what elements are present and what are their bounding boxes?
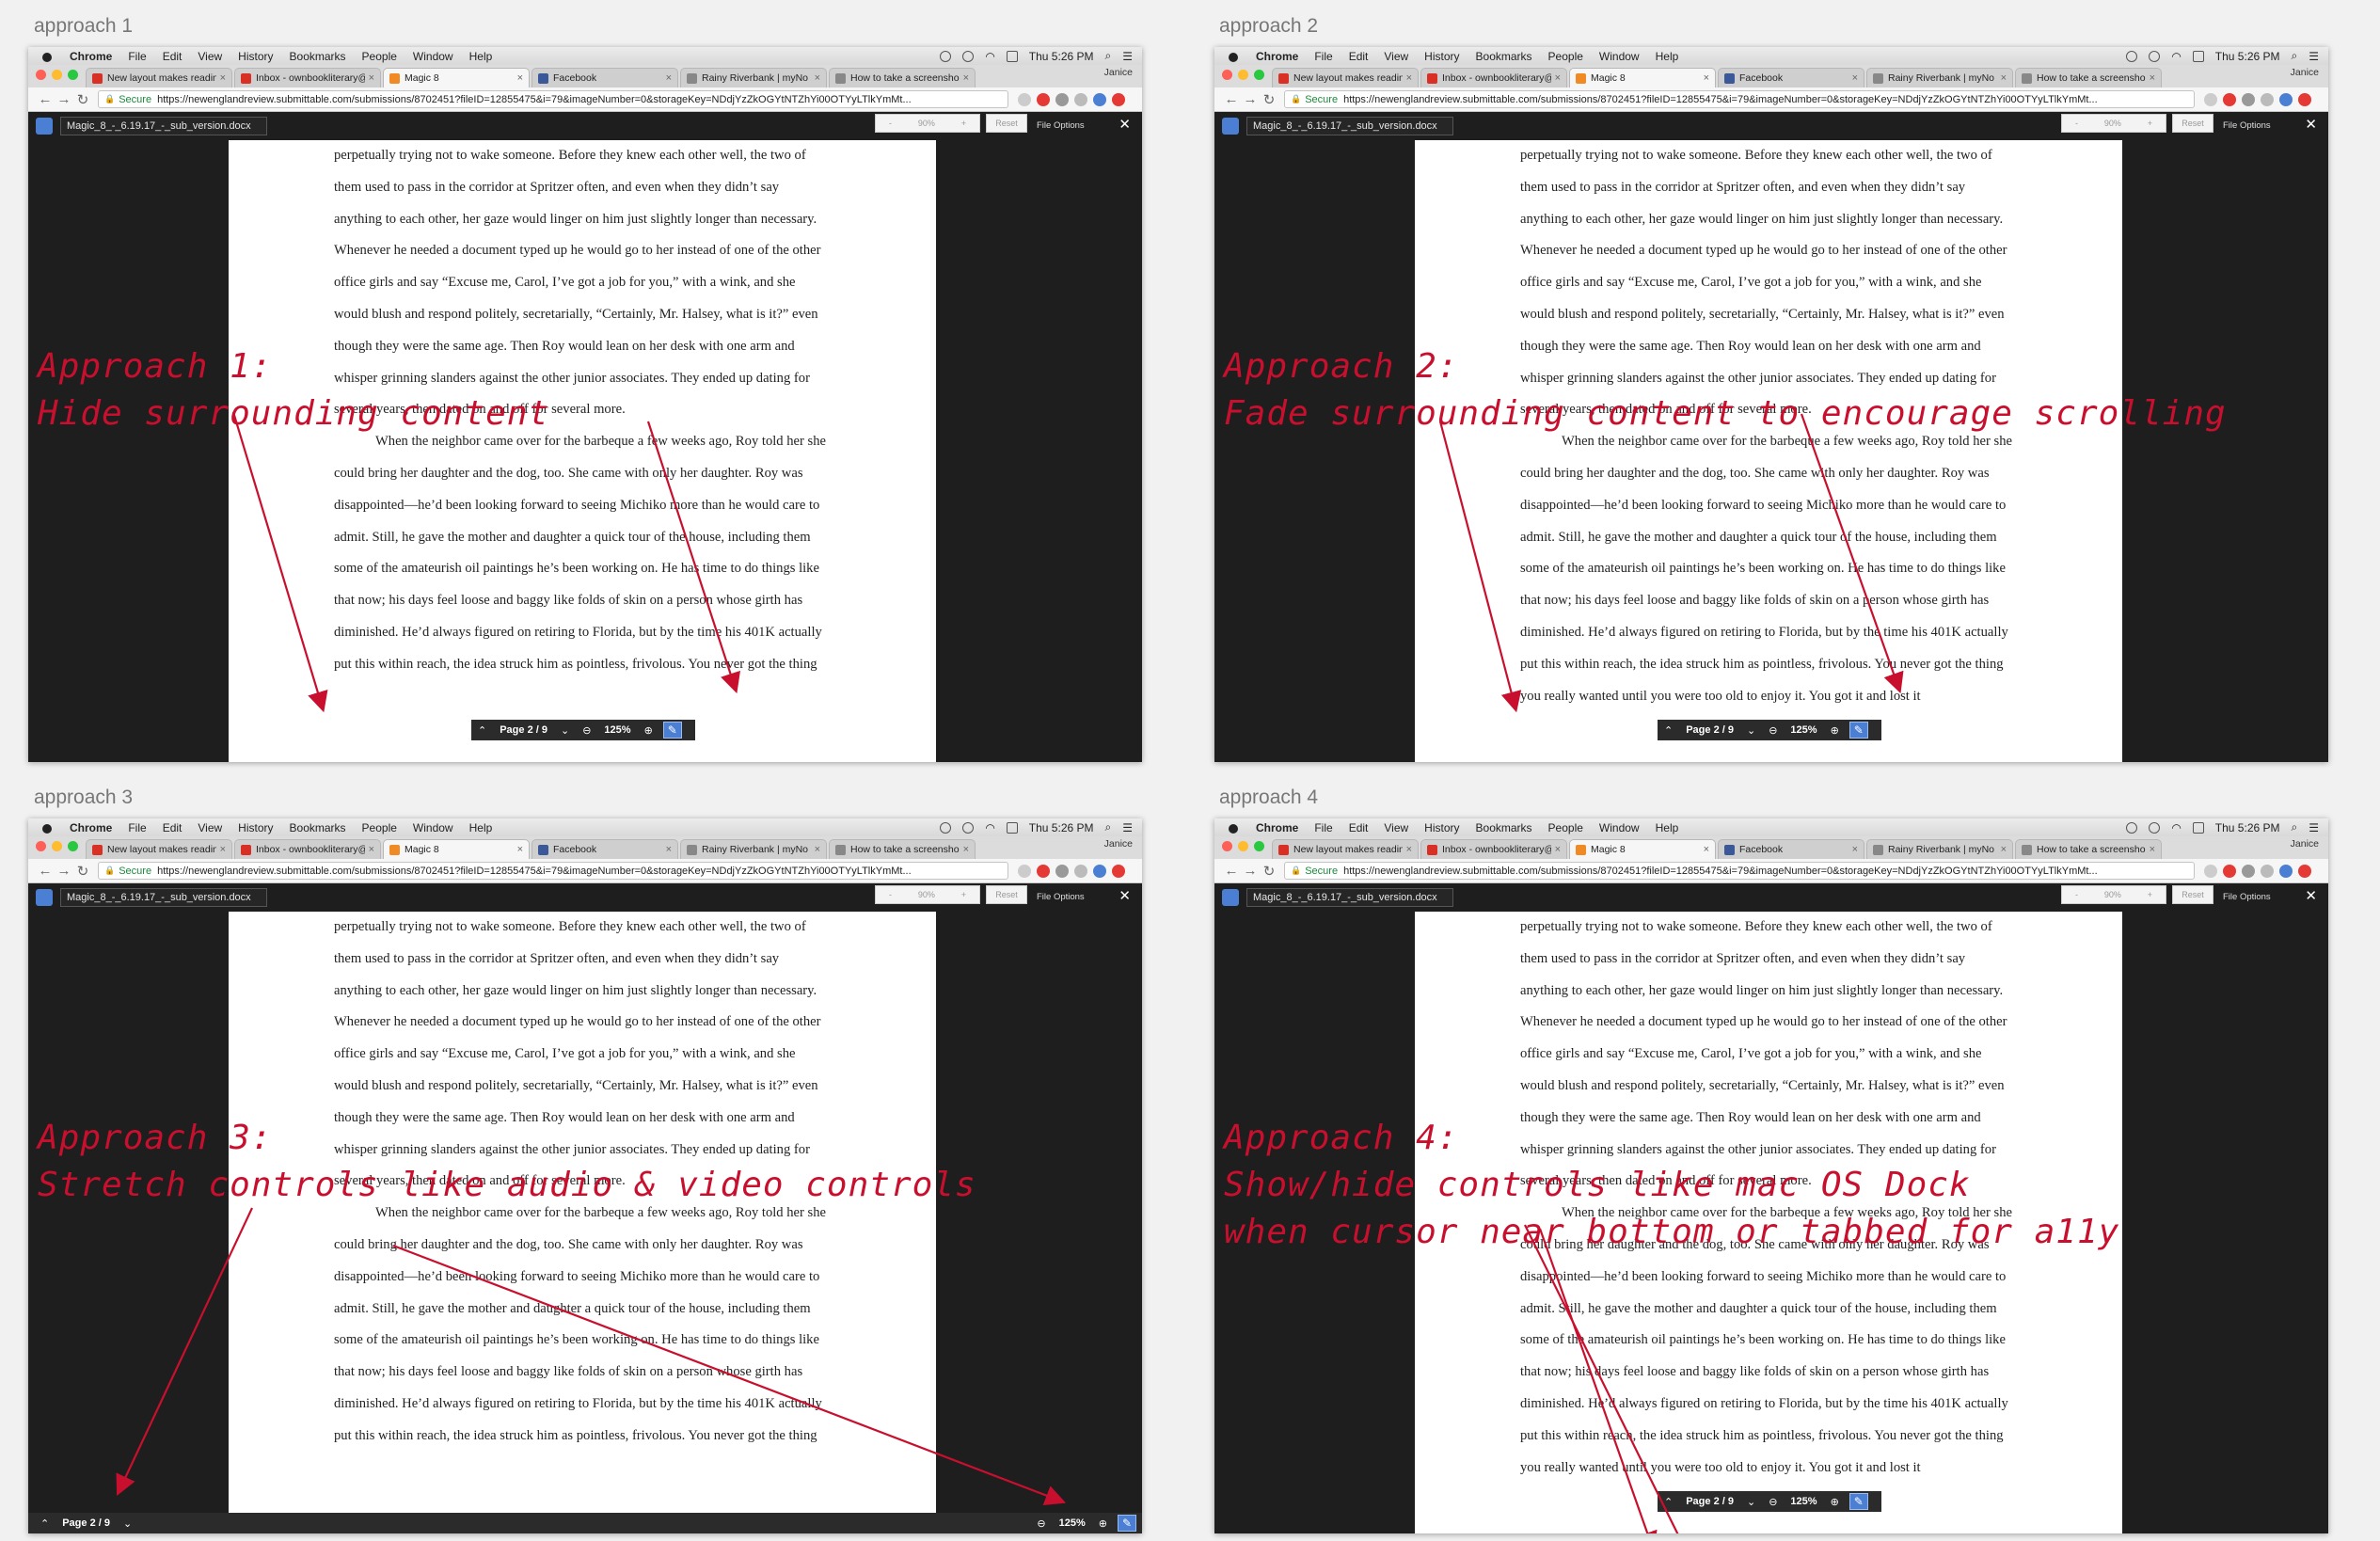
annotation-arrow — [1538, 1228, 1658, 1533]
annotation-text: Approach 4: Show/hide controls like mac O… — [1224, 1115, 2119, 1256]
annotation-arrow — [1524, 1224, 1679, 1533]
panel-label: approach 3 — [34, 786, 134, 808]
approach-panel: Chrome File Edit View History Bookmarks People… — [1214, 818, 2328, 1533]
annotation-arrow — [1800, 413, 1904, 694]
annotation-line: Stretch controls like audio & video cont… — [38, 1166, 976, 1204]
annotation-line: Approach 1: — [38, 347, 273, 386]
annotation-line: Show/hide controls like mac OS Dock — [1224, 1166, 1971, 1204]
annotation-line: Fade surrounding content to encourage sc… — [1224, 394, 2227, 433]
annotation-text: Approach 2: Fade surrounding content to e… — [1224, 343, 2227, 437]
annotation-line: Hide surrounding content — [38, 394, 550, 433]
approach-panel: Chrome File Edit View History Bookmarks People… — [28, 818, 1142, 1533]
approach-panel: Chrome File Edit View History Bookmarks People… — [28, 47, 1142, 762]
annotation-line: Approach 3: — [38, 1119, 273, 1157]
annotation-text: Approach 3: Stretch controls like audio &… — [38, 1115, 976, 1209]
panel-label: approach 1 — [34, 15, 134, 37]
panel-label: approach 2 — [1219, 15, 1319, 37]
annotation-arrow — [116, 1207, 253, 1496]
panel-label: approach 4 — [1219, 786, 1319, 808]
annotation-line: Approach 2: — [1224, 347, 1459, 386]
annotation-text: Approach 1: Hide surrounding content — [38, 343, 549, 437]
annotation-line: when cursor near bottom or tabbed for a1… — [1224, 1213, 2120, 1251]
annotation-arrow — [1438, 421, 1522, 713]
annotation-line: Approach 4: — [1224, 1119, 1459, 1157]
annotation-arrow — [392, 1244, 1067, 1505]
annotation-arrow — [646, 421, 740, 694]
approach-panel: Chrome File Edit View History Bookmarks People… — [1214, 47, 2328, 762]
annotation-arrow — [231, 411, 328, 713]
